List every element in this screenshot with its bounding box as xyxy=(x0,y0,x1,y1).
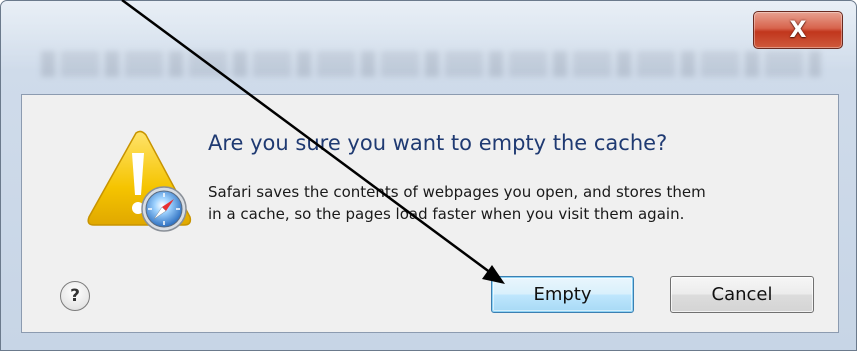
description-line: Safari saves the contents of webpages yo… xyxy=(208,183,706,201)
warning-triangle-icon xyxy=(87,130,192,232)
dialog-content: Are you sure you want to empty the cache… xyxy=(21,94,839,333)
safari-compass-icon xyxy=(141,186,187,232)
help-icon: ? xyxy=(70,286,80,306)
dialog-description: Safari saves the contents of webpages yo… xyxy=(208,181,828,225)
help-button[interactable]: ? xyxy=(60,281,90,311)
dialog-window: X Are you sure you want to empty the cac… xyxy=(0,0,857,351)
description-line: in a cache, so the pages load faster whe… xyxy=(208,205,685,223)
cancel-button[interactable]: Cancel xyxy=(670,276,814,313)
empty-button[interactable]: Empty xyxy=(491,276,634,313)
close-icon: X xyxy=(789,17,807,43)
titlebar-glass xyxy=(1,1,856,71)
dialog-heading: Are you sure you want to empty the cache… xyxy=(208,131,668,155)
close-button[interactable]: X xyxy=(753,11,843,49)
